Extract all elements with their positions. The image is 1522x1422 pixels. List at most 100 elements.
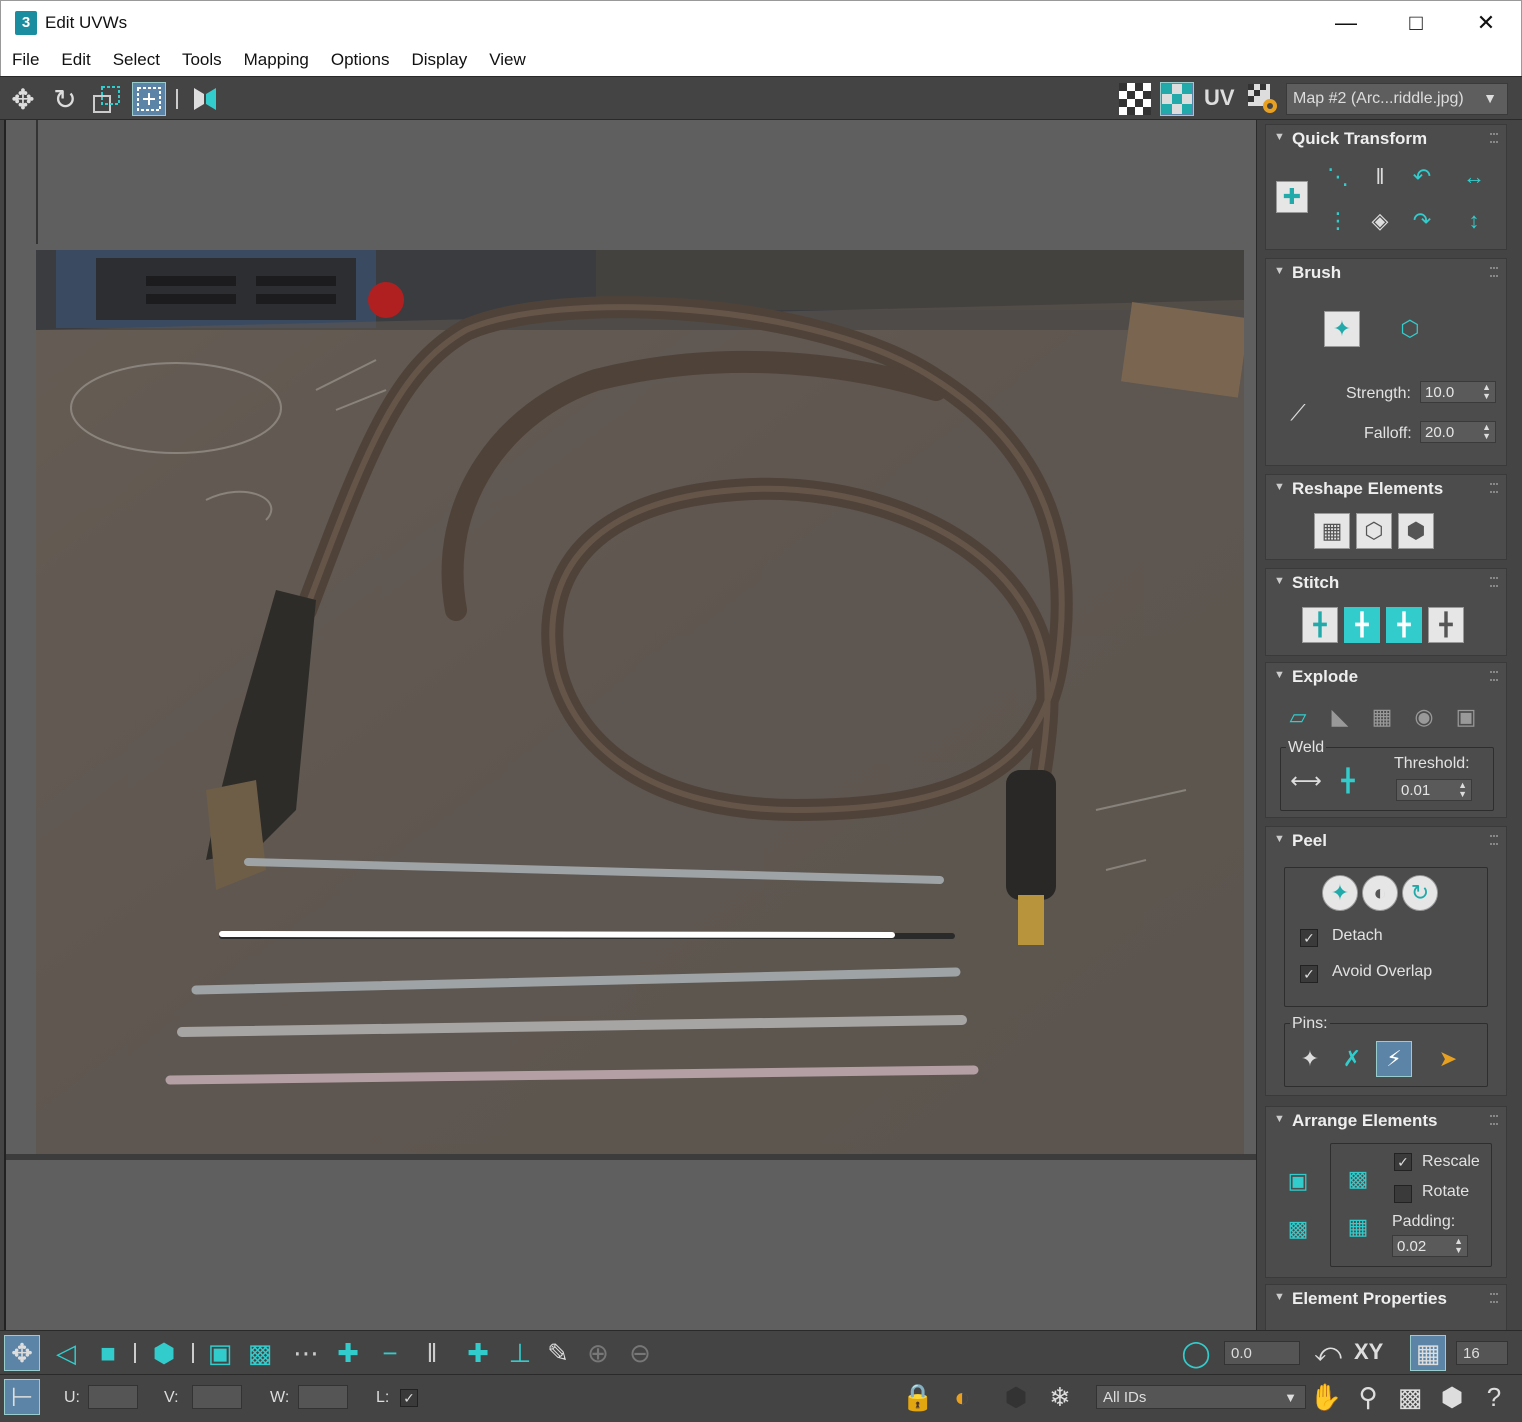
relax-brush-icon[interactable]: ⬡	[1392, 311, 1428, 347]
rollout-header[interactable]: Stitch	[1266, 569, 1506, 597]
zoom-extents-icon[interactable]: ⬢	[1434, 1379, 1470, 1415]
v-field[interactable]	[192, 1385, 242, 1409]
loop-grow-icon[interactable]: ✚	[330, 1335, 366, 1371]
rotate-icon[interactable]: ↻	[48, 82, 82, 116]
relax-icon[interactable]: ⬡	[1356, 513, 1392, 549]
l-checkbox[interactable]: ✓	[400, 1389, 418, 1407]
space-horizontal-icon[interactable]: ◈	[1362, 203, 1398, 239]
weld-all-icon[interactable]: ╋	[1330, 763, 1366, 799]
align-horizontal-icon[interactable]: ⋱	[1320, 159, 1356, 195]
unpin-icon[interactable]: ✗	[1334, 1041, 1370, 1077]
break-icon[interactable]: ▣	[1448, 699, 1484, 735]
grid-snap-icon[interactable]: ▦	[1410, 1335, 1446, 1371]
weld-selected-icon[interactable]: ⟷	[1288, 763, 1324, 799]
rotate-cw-icon[interactable]: ↷	[1404, 203, 1440, 239]
menu-file[interactable]: File	[1, 50, 50, 70]
u-field[interactable]	[88, 1385, 138, 1409]
rollout-header[interactable]: Arrange Elements	[1266, 1107, 1506, 1135]
rollout-header[interactable]: Peel	[1266, 827, 1506, 855]
scale-icon[interactable]	[90, 82, 124, 116]
zoom-region-icon[interactable]: ▩	[1392, 1379, 1428, 1415]
angle-snap-icon[interactable]: ◯	[1178, 1335, 1214, 1371]
map-dropdown[interactable]: Map #2 (Arc...riddle.jpg) ▼	[1286, 83, 1508, 115]
texture-settings-icon[interactable]	[1246, 82, 1280, 116]
loop-shrink-icon[interactable]: −	[372, 1335, 408, 1371]
rotate-checkbox[interactable]	[1394, 1185, 1412, 1203]
help-icon[interactable]: ?	[1476, 1379, 1512, 1415]
space-vertical-icon[interactable]: ‖	[1362, 159, 1398, 195]
paint-select-icon[interactable]: ✎	[540, 1335, 576, 1371]
checker-color-icon[interactable]	[1160, 82, 1194, 116]
zoom-icon[interactable]: ⚲	[1350, 1379, 1386, 1415]
stitch-custom-icon[interactable]: ╋	[1302, 607, 1338, 643]
menu-options[interactable]: Options	[320, 50, 401, 70]
pack-custom-icon[interactable]: ▩	[1280, 1211, 1316, 1247]
menu-view[interactable]: View	[478, 50, 537, 70]
angle-spinner[interactable]: 0.0	[1224, 1341, 1300, 1365]
reset-peel-icon[interactable]: ↻	[1402, 875, 1438, 911]
grid-spinner[interactable]: 16	[1456, 1341, 1508, 1365]
minimize-button[interactable]: —	[1311, 1, 1381, 45]
ids-dropdown[interactable]: All IDs ▼	[1096, 1385, 1306, 1409]
transform-type-in-icon[interactable]: ⊢	[4, 1379, 40, 1415]
uv-viewport[interactable]	[4, 120, 1256, 1330]
freeform-icon[interactable]	[132, 82, 166, 116]
uv-toggle[interactable]: UV	[1204, 85, 1235, 111]
stitch-to-target-icon[interactable]: ╋	[1344, 607, 1380, 643]
loop-select-icon[interactable]: ⋯	[288, 1335, 324, 1371]
soft-selection-icon[interactable]: ⤺	[1310, 1335, 1346, 1371]
show-hidden-icon[interactable]: ◐	[944, 1379, 980, 1415]
menu-mapping[interactable]: Mapping	[233, 50, 320, 70]
grow-selection-icon[interactable]: ▣	[202, 1335, 238, 1371]
pack-normalize-icon[interactable]: ▣	[1280, 1163, 1316, 1199]
break-by-material-icon[interactable]: ▦	[1364, 699, 1400, 735]
pack-together-icon[interactable]: ▩	[1340, 1161, 1376, 1197]
align-to-edge-icon[interactable]: ↔	[1456, 159, 1492, 195]
ring-shrink-icon[interactable]: ⊥	[502, 1335, 538, 1371]
stitch-average-icon[interactable]: ╋	[1386, 607, 1422, 643]
pivot-icon[interactable]: ✚	[1276, 181, 1308, 213]
straighten-icon[interactable]: ▦	[1314, 513, 1350, 549]
mirror-icon[interactable]	[188, 82, 222, 116]
polygon-select-icon[interactable]: ■	[90, 1335, 126, 1371]
break-by-smoothing-icon[interactable]: ◣	[1322, 699, 1358, 735]
rescale-checkbox[interactable]: ✓	[1394, 1153, 1412, 1171]
paint-grow-icon[interactable]: ⊕	[580, 1335, 616, 1371]
relax-settings-icon[interactable]: ⬢	[1398, 513, 1434, 549]
detach-checkbox[interactable]: ✓	[1300, 929, 1318, 947]
xy-toggle[interactable]: XY	[1354, 1339, 1383, 1365]
falloff-type-icon[interactable]: ⟋	[1280, 395, 1316, 431]
strength-spinner[interactable]: 10.0 ▲ ▼	[1420, 381, 1496, 403]
rescale-elements-icon[interactable]: ▦	[1340, 1209, 1376, 1245]
checker-icon[interactable]	[1118, 82, 1152, 116]
menu-display[interactable]: Display	[400, 50, 478, 70]
maximize-button[interactable]: □	[1381, 1, 1451, 45]
w-field[interactable]	[298, 1385, 348, 1409]
threshold-spinner[interactable]: 0.01 ▲ ▼	[1396, 779, 1472, 801]
paint-shrink-icon[interactable]: ⊖	[622, 1335, 658, 1371]
hide-icon[interactable]: ⬢	[998, 1379, 1034, 1415]
rotate-ccw-icon[interactable]: ↶	[1404, 159, 1440, 195]
break-by-polygon-icon[interactable]: ▱	[1280, 699, 1316, 735]
quick-peel-icon[interactable]: ✦	[1322, 875, 1358, 911]
edge-select-icon[interactable]: ◁	[48, 1335, 84, 1371]
align-vertical-icon[interactable]: ⋮	[1320, 203, 1356, 239]
rollout-header[interactable]: Brush	[1266, 259, 1506, 287]
menu-tools[interactable]: Tools	[171, 50, 233, 70]
avoid-overlap-checkbox[interactable]: ✓	[1300, 965, 1318, 983]
paint-move-icon[interactable]: ✦	[1324, 311, 1360, 347]
rollout-header[interactable]: Element Properties	[1266, 1285, 1506, 1313]
select-pins-icon[interactable]: ➤	[1430, 1041, 1466, 1077]
break-by-hard-edge-icon[interactable]: ◉	[1406, 699, 1442, 735]
align-to-edge-vertical-icon[interactable]: ↕	[1456, 203, 1492, 239]
freeze-icon[interactable]: ❄	[1042, 1379, 1078, 1415]
rollout-header[interactable]: Quick Transform	[1266, 125, 1506, 153]
peel-mode-icon[interactable]: ◐	[1362, 875, 1398, 911]
padding-spinner[interactable]: 0.02 ▲ ▼	[1392, 1235, 1468, 1257]
ring-grow-icon[interactable]: ✚	[460, 1335, 496, 1371]
vertex-select-icon[interactable]: ✥	[4, 1335, 40, 1371]
shrink-selection-icon[interactable]: ▩	[242, 1335, 278, 1371]
pin-selected-icon[interactable]: ✦	[1292, 1041, 1328, 1077]
menu-select[interactable]: Select	[102, 50, 171, 70]
pan-icon[interactable]: ✋	[1308, 1379, 1344, 1415]
